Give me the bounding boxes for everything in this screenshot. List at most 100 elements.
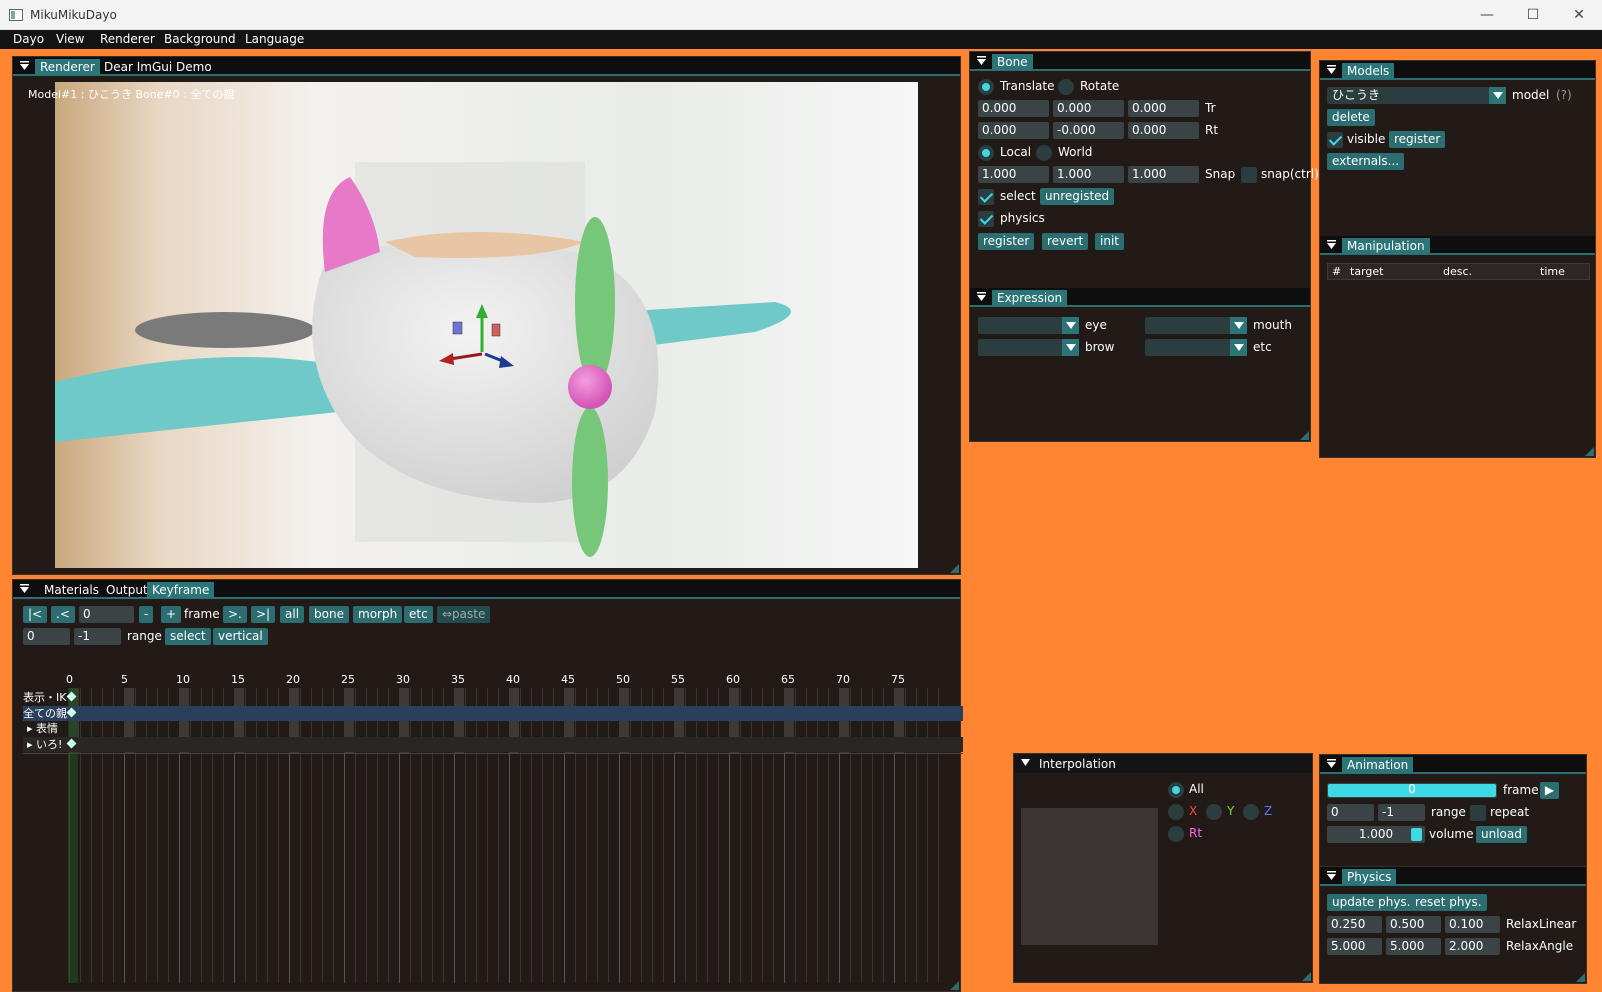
filter-all-button[interactable]: all [280, 606, 305, 623]
menu-dayo[interactable]: Dayo [13, 32, 44, 46]
timeline[interactable]: 0 5 10 15 20 25 30 35 40 45 50 55 60 65 70 75 表示・IK 全ての… [23, 673, 963, 983]
relax-linear-x-input[interactable]: 0.250 [1327, 916, 1382, 933]
menu-background[interactable]: Background [164, 32, 236, 46]
interp-x-radio[interactable] [1168, 804, 1184, 820]
tr-x-input[interactable]: 0.000 [978, 100, 1049, 117]
resize-grip[interactable] [1302, 972, 1311, 981]
first-frame-button[interactable]: |< [23, 606, 48, 623]
menu-language[interactable]: Language [245, 32, 304, 46]
translate-radio[interactable] [978, 79, 994, 95]
paste-button[interactable]: ⇔paste [437, 606, 491, 623]
rt-y-input[interactable]: -0.000 [1053, 122, 1124, 139]
row-label[interactable]: ▸ いろ! [27, 737, 62, 752]
tab-materials[interactable]: Materials [39, 582, 104, 598]
brow-combo[interactable] [978, 339, 1079, 356]
snap-x-input[interactable]: 1.000 [978, 166, 1049, 183]
anim-range-start-input[interactable]: 0 [1327, 804, 1374, 821]
collapse-icon[interactable] [1020, 757, 1031, 768]
tr-y-input[interactable]: 0.000 [1053, 100, 1124, 117]
range-end-input[interactable]: -1 [74, 628, 121, 645]
revert-button[interactable]: revert [1042, 233, 1089, 250]
world-radio[interactable] [1036, 145, 1052, 161]
tab-output[interactable]: Output [101, 582, 153, 598]
tab-keyframe[interactable]: Keyframe [147, 582, 215, 598]
repeat-checkbox[interactable] [1470, 805, 1486, 821]
menu-renderer[interactable]: Renderer [100, 32, 155, 46]
model-combo[interactable]: ひこうき [1327, 87, 1506, 104]
relax-angle-z-input[interactable]: 2.000 [1445, 938, 1500, 955]
frame-input[interactable]: 0 [79, 606, 134, 623]
relax-angle-x-input[interactable]: 5.000 [1327, 938, 1382, 955]
snap-z-input[interactable]: 1.000 [1128, 166, 1199, 183]
relax-linear-z-input[interactable]: 0.100 [1445, 916, 1500, 933]
reset-phys-button[interactable]: reset phys. [1410, 894, 1487, 911]
collapse-icon[interactable] [976, 291, 987, 302]
select-checkbox[interactable] [978, 189, 994, 205]
collapse-icon[interactable] [976, 55, 987, 66]
range-start-input[interactable]: 0 [23, 628, 70, 645]
delete-button[interactable]: delete [1327, 109, 1375, 126]
tr-z-input[interactable]: 0.000 [1128, 100, 1199, 117]
render-viewport[interactable] [55, 82, 918, 568]
collapse-icon[interactable] [1326, 758, 1337, 769]
unload-button[interactable]: unload [1476, 826, 1527, 843]
init-button[interactable]: init [1095, 233, 1124, 250]
relax-linear-y-input[interactable]: 0.500 [1386, 916, 1441, 933]
row-label[interactable]: 全ての親 [23, 706, 67, 721]
register-button[interactable]: register [978, 233, 1035, 250]
frame-minus-button[interactable]: - [139, 606, 154, 623]
last-frame-button[interactable]: >| [251, 606, 276, 623]
update-phys-button[interactable]: update phys. [1327, 894, 1416, 911]
collapse-icon[interactable] [19, 60, 30, 71]
resize-grip[interactable] [950, 981, 959, 990]
range-select-button[interactable]: select [165, 628, 211, 645]
rotate-radio[interactable] [1058, 79, 1074, 95]
prev-frame-button[interactable]: .< [51, 606, 75, 623]
resize-grip[interactable] [1300, 431, 1309, 440]
filter-bone-button[interactable]: bone [309, 606, 349, 623]
filter-morph-button[interactable]: morph [353, 606, 403, 623]
resize-grip[interactable] [950, 564, 959, 573]
mouth-combo[interactable] [1145, 317, 1247, 334]
row-label[interactable]: 表示・IK [23, 690, 66, 705]
interp-all-radio[interactable] [1168, 782, 1184, 798]
interp-y-radio[interactable] [1206, 804, 1222, 820]
next-frame-button[interactable]: >. [223, 606, 247, 623]
collapse-icon[interactable] [19, 583, 30, 594]
models-register-button[interactable]: register [1389, 131, 1446, 148]
volume-slider-grab[interactable] [1411, 828, 1422, 841]
eye-combo[interactable] [978, 317, 1079, 334]
resize-grip[interactable] [1585, 447, 1594, 456]
interp-rt-radio[interactable] [1168, 826, 1184, 842]
resize-grip[interactable] [1576, 973, 1585, 982]
frame-slider[interactable]: 0 [1327, 782, 1497, 798]
close-button[interactable]: ✕ [1556, 0, 1602, 30]
interpolation-curve-canvas[interactable] [1021, 808, 1158, 945]
unregisted-button[interactable]: unregisted [1040, 188, 1115, 205]
local-radio[interactable] [978, 145, 994, 161]
snap-y-input[interactable]: 1.000 [1053, 166, 1124, 183]
play-button[interactable]: ▶ [1540, 782, 1559, 799]
rt-x-input[interactable]: 0.000 [978, 122, 1049, 139]
etc-combo[interactable] [1145, 339, 1247, 356]
row-label[interactable]: ▸ 表情 [27, 721, 58, 736]
externals-button[interactable]: externals... [1327, 153, 1405, 170]
anim-range-end-input[interactable]: -1 [1378, 804, 1425, 821]
collapse-icon[interactable] [1326, 239, 1337, 250]
menu-view[interactable]: View [56, 32, 84, 46]
interp-z-radio[interactable] [1243, 804, 1259, 820]
filter-etc-button[interactable]: etc [404, 606, 433, 623]
frame-plus-button[interactable]: + [161, 606, 182, 623]
physics-checkbox[interactable] [978, 211, 994, 227]
visible-checkbox[interactable] [1327, 132, 1343, 148]
maximize-button[interactable]: ☐ [1510, 0, 1556, 30]
snap-ctrl-checkbox[interactable] [1241, 167, 1257, 183]
minimize-button[interactable]: — [1464, 0, 1510, 30]
tab-imgui-demo[interactable]: Dear ImGui Demo [99, 59, 217, 75]
help-marker[interactable]: (?) [1556, 87, 1572, 104]
vertical-button[interactable]: vertical [213, 628, 268, 645]
tab-renderer[interactable]: Renderer [35, 59, 100, 75]
collapse-icon[interactable] [1326, 64, 1337, 75]
collapse-icon[interactable] [1326, 870, 1337, 881]
rt-z-input[interactable]: 0.000 [1128, 122, 1199, 139]
